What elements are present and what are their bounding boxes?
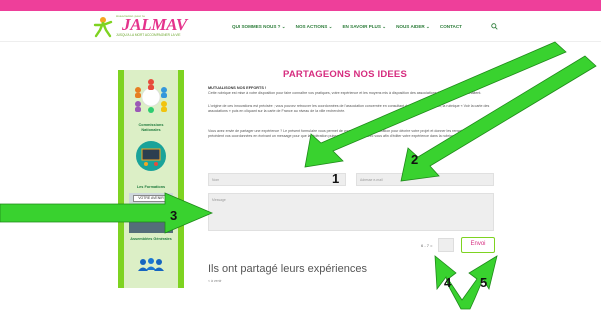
sidebar-item-label: Assemblées Générales [130, 237, 172, 241]
training-board-icon [136, 141, 166, 171]
dancer-logo-icon [93, 17, 113, 38]
group-people-icon [138, 258, 164, 271]
arrow-45 [434, 255, 498, 310]
sidebar-item-assemblees[interactable]: VOTRE AVENIR Assemblées Générales [124, 193, 178, 242]
sidebar: Commissions Nationales Les Formations VO… [118, 70, 184, 288]
logo-tagline: JUSQU'A LA MORT ACCOMPAGNER LA VIE [116, 33, 181, 37]
nav-item-contact[interactable]: CONTACT [440, 24, 462, 30]
intro-paragraph: Cette rubrique est mise à votre disposit… [208, 91, 482, 95]
sidebar-item-formations[interactable]: Les Formations [124, 140, 178, 190]
sidebar-item-commissions[interactable]: Commissions Nationales [124, 76, 178, 133]
email-field[interactable]: Adresse e-mail [356, 173, 494, 186]
arrow-2 [400, 55, 597, 182]
sidebar-item-group[interactable] [124, 256, 178, 281]
main-nav: QUI SOMMES NOUS ? ⌄ NOS ACTIONS ⌄ EN SAV… [232, 24, 462, 30]
site-logo[interactable]: Association pour le JALMAV JUSQU'A LA MO… [92, 13, 192, 39]
experiences-link[interactable]: < à venir [208, 279, 222, 283]
site-header: Association pour le JALMAV JUSQU'A LA MO… [0, 11, 601, 42]
page: Association pour le JALMAV JUSQU'A LA MO… [0, 0, 601, 313]
top-accent-bar [0, 0, 601, 11]
captcha-question: 6 - 7 = [421, 243, 433, 248]
section-heading: MUTUALISONS NOS EFFORTS ! [208, 86, 267, 90]
message-field[interactable]: Message [208, 193, 494, 231]
captcha-input[interactable] [438, 238, 454, 252]
nav-item-nous-aider[interactable]: NOUS AIDER ⌄ [396, 24, 430, 30]
search-icon[interactable] [491, 23, 498, 30]
sidebar-item-label: Les Formations [136, 185, 166, 189]
name-field[interactable]: Nom [208, 173, 346, 186]
nav-item-qui-sommes-nous[interactable]: QUI SOMMES NOUS ? ⌄ [232, 24, 286, 30]
origin-paragraph: L'origine de ces innovations est précisé… [208, 104, 490, 114]
nav-item-nos-actions[interactable]: NOS ACTIONS ⌄ [296, 24, 333, 30]
annotation-label-4: 4 [444, 275, 452, 290]
sidebar-item-label: Commissions Nationales [138, 123, 164, 132]
experiences-title: Ils ont partagé leurs expériences [208, 263, 367, 275]
nav-item-en-savoir-plus[interactable]: EN SAVOIR PLUS ⌄ [342, 24, 386, 30]
logo-wordmark: JALMAV [122, 15, 187, 34]
annotation-label-2: 2 [411, 152, 418, 167]
page-title: PARTAGEONS NOS IDEES [283, 69, 407, 80]
meeting-photo-icon: VOTRE AVENIR [129, 193, 173, 233]
submit-button[interactable]: Envoi [461, 237, 495, 253]
people-circle-icon [135, 79, 167, 113]
annotation-label-5: 5 [480, 275, 487, 290]
banner-text: VOTRE AVENIR [133, 195, 169, 202]
share-paragraph: Vous avez envie de partager une expérien… [208, 129, 484, 139]
